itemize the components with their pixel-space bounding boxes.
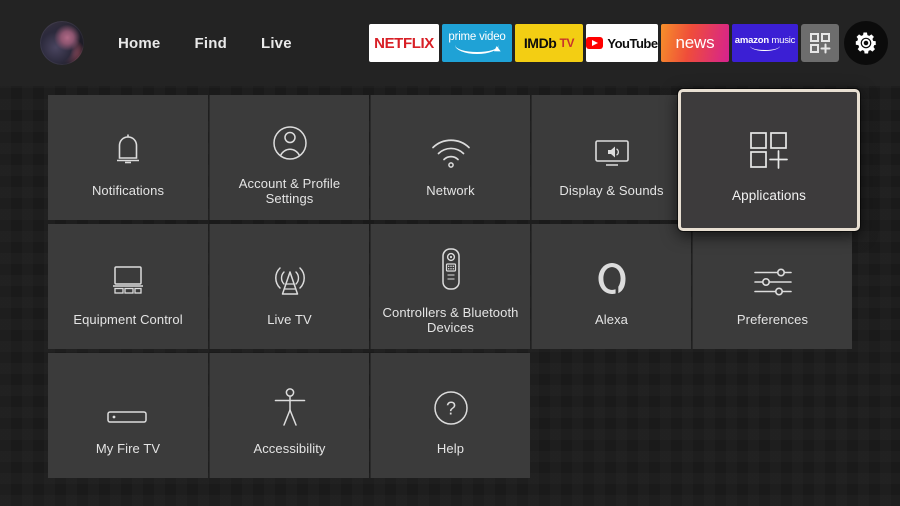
apps-grid-plus-icon	[810, 33, 831, 54]
settings-tile-equipment-control[interactable]: Equipment Control	[48, 224, 208, 349]
amazon-music-logo-text: amazon music	[734, 35, 796, 46]
settings-tile-label: Accessibility	[253, 441, 326, 456]
settings-tile-account-profile-settings[interactable]: Account & Profile Settings	[209, 95, 369, 220]
youtube-play-icon	[586, 37, 604, 49]
wifi-icon	[431, 123, 471, 169]
settings-tile-label: Live TV	[267, 312, 312, 327]
settings-tile-label: Preferences	[736, 312, 809, 327]
display-sound-icon	[592, 123, 632, 169]
fire-tv-settings-screen: Home Find Live NETFLIX prime video IMDb …	[0, 0, 900, 506]
netflix-logo-text: NETFLIX	[374, 34, 434, 52]
nav-link-home[interactable]: Home	[118, 35, 160, 52]
settings-gear-button[interactable]	[844, 21, 888, 65]
grid-empty-slot	[692, 353, 852, 478]
tv-equipment-icon	[108, 252, 148, 298]
imdb-logo-text: IMDb	[523, 35, 557, 51]
user-circle-icon	[271, 116, 309, 162]
app-shortcut-list: NETFLIX prime video IMDb TV YouTube news…	[369, 0, 888, 86]
amazon-smile-icon	[455, 45, 499, 54]
sliders-icon	[752, 252, 794, 298]
app-shortcut-prime-video[interactable]: prime video	[442, 24, 512, 62]
nav-link-live[interactable]: Live	[261, 35, 292, 52]
settings-tile-live-tv[interactable]: Live TV	[209, 224, 369, 349]
alexa-ring-icon	[595, 252, 629, 298]
settings-tile-label: Controllers & Bluetooth Devices	[382, 304, 519, 335]
apps-grid-plus-icon	[747, 124, 791, 172]
user-avatar[interactable]	[40, 21, 84, 65]
settings-tile-network[interactable]: Network	[370, 95, 530, 220]
settings-tile-notifications[interactable]: Notifications	[48, 95, 208, 220]
nav-link-find[interactable]: Find	[194, 35, 226, 52]
accessibility-person-icon	[273, 381, 307, 427]
settings-tile-label: Applications	[732, 187, 806, 203]
settings-tile-label: Alexa	[594, 312, 629, 327]
app-shortcut-youtube[interactable]: YouTube	[586, 24, 658, 62]
fire-tv-stick-icon	[106, 381, 150, 427]
youtube-logo-text: YouTube	[607, 35, 658, 51]
broadcast-tower-icon	[271, 252, 309, 298]
settings-tile-alexa[interactable]: Alexa	[531, 224, 691, 349]
settings-tile-my-fire-tv[interactable]: My Fire TV	[48, 353, 208, 478]
bell-icon	[111, 123, 145, 169]
settings-tile-label: Network	[426, 183, 475, 198]
settings-tile-label: Equipment Control	[73, 312, 183, 327]
question-circle-icon: ?	[432, 381, 470, 427]
app-shortcut-imdb-tv[interactable]: IMDb TV	[515, 24, 583, 62]
remote-control-icon	[440, 245, 462, 291]
settings-tile-controllers-bluetooth-devices[interactable]: Controllers & Bluetooth Devices	[370, 224, 530, 349]
amazon-smile-icon	[750, 46, 780, 51]
app-shortcut-netflix[interactable]: NETFLIX	[369, 24, 439, 62]
settings-tile-label: Display & Sounds	[559, 183, 664, 198]
settings-tile-preferences[interactable]: Preferences	[692, 224, 852, 349]
app-shortcut-news[interactable]: news	[661, 24, 729, 62]
prime-video-logo-text: prime video	[448, 31, 506, 44]
svg-text:?: ?	[445, 399, 455, 419]
settings-tile-help[interactable]: ? Help	[370, 353, 530, 478]
apps-grid-button[interactable]	[801, 24, 839, 62]
news-logo-text: news	[675, 33, 715, 52]
gear-icon	[855, 32, 877, 54]
settings-tile-applications[interactable]: Applications	[678, 89, 860, 231]
settings-tile-display-sounds[interactable]: Display & Sounds	[531, 95, 691, 220]
grid-empty-slot	[531, 353, 691, 478]
top-navigation-bar: Home Find Live NETFLIX prime video IMDb …	[0, 0, 900, 86]
settings-tile-label: My Fire TV	[95, 441, 161, 456]
settings-tile-accessibility[interactable]: Accessibility	[209, 353, 369, 478]
imdb-tv-suffix-text: TV	[559, 36, 575, 50]
settings-tile-label: Help	[436, 441, 465, 456]
app-shortcut-amazon-music[interactable]: amazon music	[732, 24, 798, 62]
settings-tile-label: Notifications	[91, 183, 165, 198]
settings-tile-label: Account & Profile Settings	[238, 175, 341, 206]
